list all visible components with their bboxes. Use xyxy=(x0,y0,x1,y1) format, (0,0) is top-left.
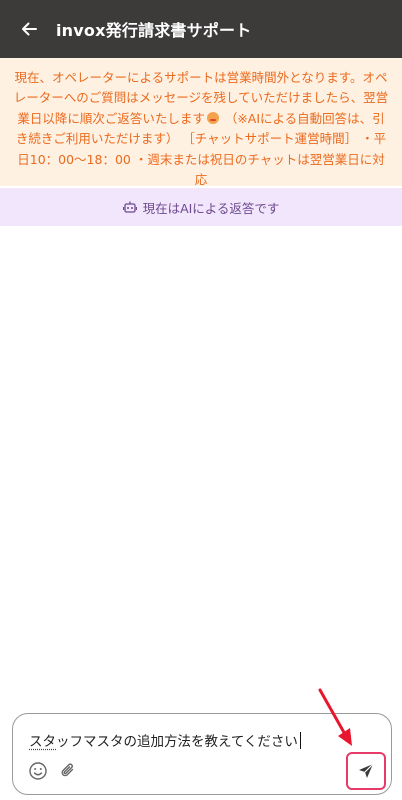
message-composer[interactable]: スタッフマスタの追加方法を教えてください xyxy=(12,713,392,795)
robot-icon xyxy=(122,200,137,214)
header-bar: invox発行請求書サポート xyxy=(0,0,402,58)
text-caret xyxy=(299,732,302,749)
message-input[interactable]: スタッフマスタの追加方法を教えてください xyxy=(29,730,302,750)
ai-status-bar: 現在はAIによる返答です xyxy=(0,188,402,226)
paperclip-icon xyxy=(61,763,74,777)
send-icon xyxy=(359,763,374,778)
chat-app: invox発行請求書サポート 現在、オペレーターによるサポートは営業時間外となり… xyxy=(0,0,402,800)
ai-status-label: 現在はAIによる返答です xyxy=(142,200,280,216)
header-title: invox発行請求書サポート xyxy=(56,21,252,40)
business-hours-notice: 現在、オペレーターによるサポートは営業時間外となります。オペレーターへのご質問は… xyxy=(0,58,402,187)
emoji-face-icon xyxy=(206,111,219,124)
message-input-text: ッフマスタの追加方法を教えてください xyxy=(56,734,298,750)
message-list[interactable] xyxy=(0,226,402,704)
back-button[interactable] xyxy=(14,14,44,44)
emoji-button[interactable] xyxy=(27,760,49,782)
smiley-icon xyxy=(29,762,47,780)
send-button[interactable] xyxy=(346,752,386,790)
message-input-underlined: スタ xyxy=(29,734,56,750)
attach-button[interactable] xyxy=(57,760,79,782)
arrow-left-icon xyxy=(22,22,37,36)
